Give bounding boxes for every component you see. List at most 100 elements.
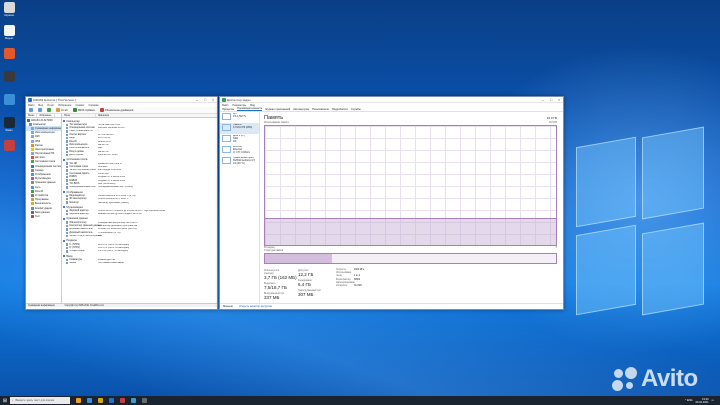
column-field[interactable]: Поле [62, 114, 96, 117]
start-button[interactable]: ⊞ [0, 396, 10, 405]
aida64-window[interactable]: AIDA64 Extreme [ Trial Version ] – □ × Ф… [25, 96, 218, 310]
resource-monitor-link[interactable]: Открыть монитор ресурсов [239, 305, 272, 308]
menu-item[interactable]: Справка [88, 104, 98, 107]
tab-menu[interactable]: Меню [26, 114, 38, 117]
minimize-icon[interactable]: – [193, 98, 201, 102]
menu-item[interactable]: Сервис [75, 104, 84, 107]
refresh-button[interactable] [46, 108, 52, 112]
field-label: Системная память [69, 172, 90, 175]
search-box[interactable]: ⌕ Введите здесь текст для поиска [10, 397, 70, 404]
table-row[interactable]: Дата / Время 2021-02-09 / 19:30 [62, 154, 217, 157]
field-icon [66, 262, 69, 265]
tree-item[interactable]: Тест [26, 214, 61, 218]
aida-navigation-tree: Меню Избранное AIDA64 v6.32.5600 Компьюте… [26, 114, 62, 303]
resource-item[interactable]: Графический проц NVIDIA GeForce GT 1% (40 … [220, 156, 259, 167]
value-cell: 931.5 ГБ (640.2 ГБ свободно) [98, 247, 130, 250]
tab[interactable]: Процессы [222, 108, 234, 111]
tree-item[interactable]: Операционная система [26, 164, 61, 168]
field-label: Чипсет системной платы [69, 169, 96, 172]
field-cell: Дисковый накопитель [62, 228, 96, 231]
forward-button[interactable] [37, 108, 43, 112]
tab[interactable]: Автозагрузка [293, 108, 309, 111]
tm-close-icon[interactable]: × [555, 98, 563, 102]
desktop-app-icon [3, 71, 15, 82]
column-value[interactable]: Значение [96, 114, 109, 117]
bios-updates-button[interactable]: BIOS Updates [72, 108, 96, 112]
field-icon [66, 209, 69, 213]
resource-item[interactable]: Диск 0 (C:) SSD 0% [220, 134, 259, 145]
resource-item[interactable]: Память 3,7/16,0 ГБ (23%) [220, 123, 259, 134]
value-cell: Samsung SyncMaster [NoDB] [98, 201, 129, 204]
taskbar-app[interactable] [96, 397, 104, 404]
tree-item-label: Компьютер [33, 122, 46, 126]
taskbar-app[interactable] [107, 397, 115, 404]
tab[interactable]: Подробности [332, 108, 348, 111]
field-cell: D: (NTFS) [62, 246, 96, 250]
value-cell: Unknown [98, 165, 108, 168]
fewer-details-link[interactable]: Меньше [223, 305, 233, 308]
tab[interactable]: Производительность [237, 107, 263, 111]
taskbar-app[interactable] [140, 397, 148, 404]
stat-value: 3,7 ГБ (162 МБ) [264, 275, 297, 280]
field-cell: Тип BIOS [62, 182, 96, 186]
maximize-icon[interactable]: □ [201, 98, 209, 102]
menu-item[interactable]: Избранное [58, 104, 71, 107]
tree-item-label: Сервер [35, 168, 44, 172]
taskbar-app-icon [86, 398, 92, 403]
tm-maximize-icon[interactable]: □ [547, 98, 555, 102]
close-icon[interactable]: × [209, 98, 217, 102]
taskbar-app[interactable] [129, 397, 137, 404]
table-row[interactable]: Звуковой адаптер Realtek ALC892 @ Intel C… [62, 213, 217, 216]
tab[interactable]: Пользователи [312, 108, 329, 111]
table-row[interactable]: SMART-статус жёстких дисков OK [62, 235, 217, 238]
tray-indicators[interactable]: ^ ENG [685, 399, 693, 402]
taskbar-app-icon [75, 398, 81, 403]
resource-item[interactable]: Ethernet Ethernet О: 0 П: 0 Кбит/с [220, 145, 259, 156]
desktop-icon[interactable]: Steam [1, 117, 17, 139]
tree-item[interactable]: Суммарная информация [26, 126, 61, 131]
back-button[interactable] [28, 108, 34, 112]
resource-item[interactable]: ЦП 1% 1,59 ГГц [220, 112, 259, 123]
tree-item-label: Разгон [35, 143, 43, 147]
table-row[interactable]: Мышь HID-совместимая мышь [62, 262, 217, 265]
table-row[interactable]: Общий объём 1.13 ТБ (828.5 ГБ свободно) [62, 250, 217, 253]
desktop-app-icon [3, 117, 15, 128]
tab[interactable]: Журнал приложений [265, 108, 290, 111]
field-label: Монитор [69, 201, 79, 204]
info-section: Разделы C: (NTFS) 223.0 ГБ (188.3 ГБ свобо… [62, 239, 217, 253]
field-icon [66, 258, 69, 261]
tree-node-icon [31, 214, 34, 218]
tm-minimize-icon[interactable]: – [539, 98, 547, 102]
driver-updates-button[interactable]: Обновление драйверов [99, 108, 135, 112]
taskbar-app[interactable] [85, 397, 93, 404]
desktop-icon[interactable] [1, 140, 17, 162]
section-title-label: Хранение данных [66, 217, 88, 221]
table-row[interactable]: Коммуникационный порт Последовательный по… [62, 186, 217, 189]
menu-item[interactable]: Отчёт [47, 104, 54, 107]
field-label: Имя пользователя [69, 147, 90, 150]
desktop-icon[interactable] [1, 71, 17, 93]
menu-item[interactable]: Вид [38, 104, 43, 107]
spec-key: Зарезервировано аппаратно: [336, 281, 355, 288]
clock[interactable]: 19:30 09.02.2021 [696, 398, 709, 404]
field-icon [66, 243, 69, 246]
taskbar-app[interactable] [74, 397, 82, 404]
field-cell: Тип компьютера [62, 123, 96, 126]
report-button[interactable]: Отчёт [55, 108, 69, 112]
avito-watermark: Avito [612, 365, 698, 393]
tree-node-icon [31, 193, 34, 197]
memory-panel: Память 16,0 ГБ Использование памяти 15,9… [260, 112, 563, 303]
tab[interactable]: Службы [351, 108, 361, 111]
tab-favorites[interactable]: Избранное [37, 114, 55, 117]
taskbar-app-icon [141, 398, 147, 403]
task-manager-window[interactable]: Диспетчер задач – □ × Файл Параметры Вид П… [219, 96, 564, 310]
desktop-icon[interactable] [1, 48, 17, 70]
menu-item[interactable]: Файл [222, 104, 228, 107]
desktop-icon[interactable]: Корзина [1, 2, 17, 24]
notifications-icon[interactable]: ▭ [712, 399, 714, 402]
desktop-icon[interactable] [1, 94, 17, 116]
menu-item[interactable]: Файл [28, 104, 34, 107]
taskbar-app[interactable] [118, 397, 126, 404]
table-row[interactable]: Монитор Samsung SyncMaster [NoDB] [62, 201, 217, 204]
desktop-icon[interactable]: Яндекс [1, 25, 17, 47]
